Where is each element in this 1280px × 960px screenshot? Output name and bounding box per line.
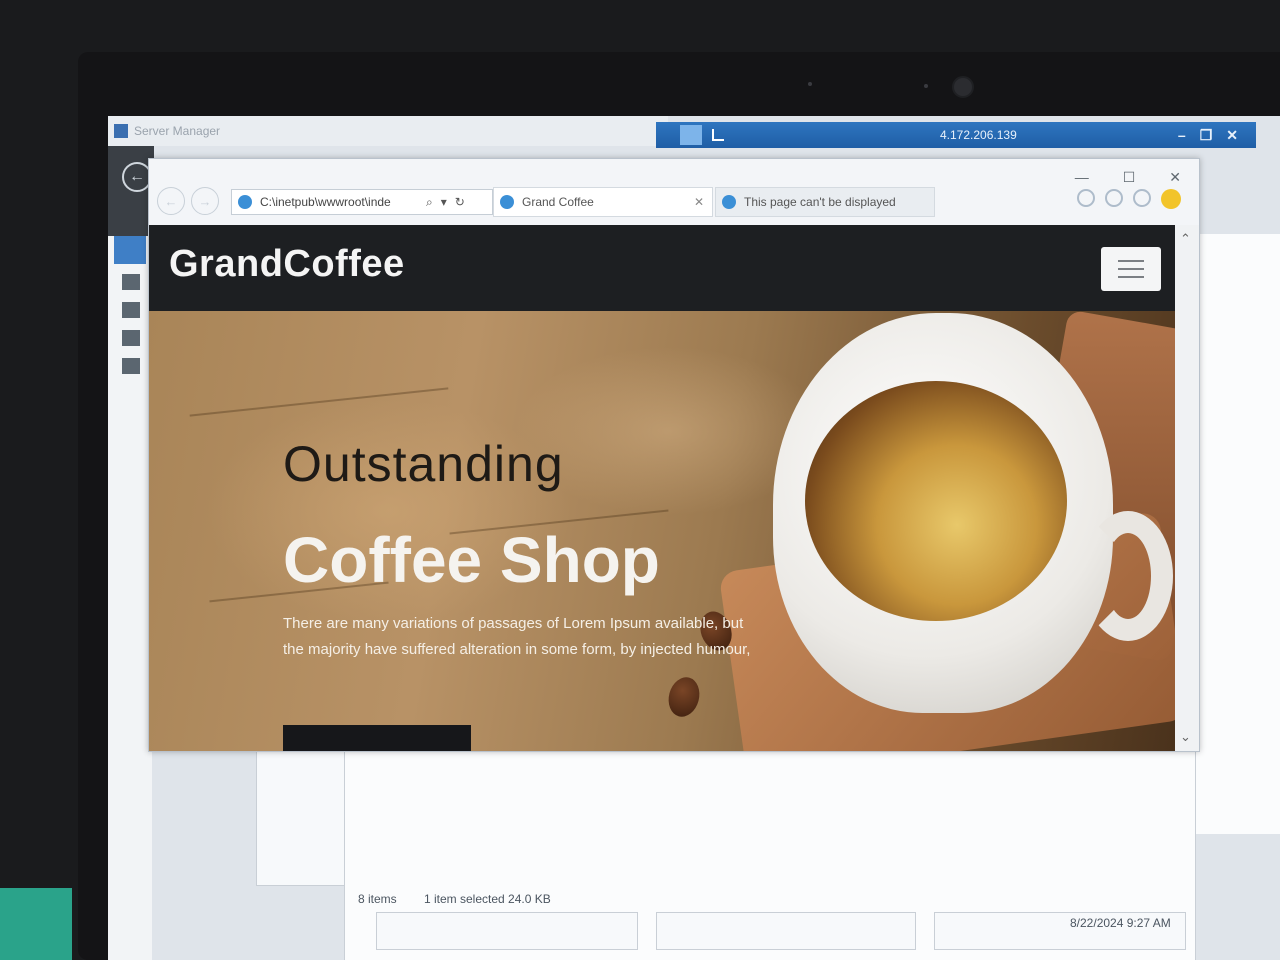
- cup-handle: [1083, 511, 1173, 641]
- tab-label: Grand Coffee: [522, 195, 594, 209]
- address-bar[interactable]: C:\inetpub\wwwroot\inde ⌕ ▾ ↻: [231, 189, 493, 215]
- iis-icon[interactable]: [122, 358, 140, 374]
- dropdown-icon[interactable]: ▾: [441, 195, 447, 210]
- server-manager-titlebar: Server Manager: [108, 116, 668, 146]
- menu-line: [1118, 268, 1144, 270]
- signal-icon: [712, 129, 724, 141]
- bezel-sensor: [808, 82, 812, 86]
- menu-line: [1118, 260, 1144, 262]
- tab-label: This page can't be displayed: [744, 195, 896, 209]
- explorer-item-box: [376, 912, 638, 950]
- hero-heading-line2: Coffee Shop: [283, 524, 660, 596]
- server-manager-sidebar: [108, 236, 152, 960]
- explorer-pane: [256, 750, 346, 886]
- hero-cta-button[interactable]: [283, 725, 471, 751]
- refresh-icon[interactable]: ↻: [455, 195, 465, 210]
- server-manager-icon: [114, 124, 128, 138]
- dashboard-icon[interactable]: [114, 236, 146, 264]
- rdp-close-button[interactable]: ✕: [1226, 127, 1238, 144]
- page-scrollbar[interactable]: ⌃ ⌄: [1175, 225, 1199, 751]
- file-storage-icon[interactable]: [122, 330, 140, 346]
- screen: Server Manager 4.172.206.139 – ❐ ✕ ← 8 i…: [108, 116, 1280, 960]
- rdp-restore-button[interactable]: ❐: [1200, 127, 1213, 144]
- tab-grand-coffee[interactable]: Grand Coffee ✕: [493, 187, 713, 217]
- bezel-sensor: [924, 84, 928, 88]
- feedback-smiley-icon[interactable]: [1161, 189, 1181, 209]
- tab-error-page[interactable]: This page can't be displayed: [715, 187, 935, 217]
- minimize-button[interactable]: —: [1075, 169, 1089, 186]
- file-date: 8/22/2024 9:27 AM: [1070, 916, 1171, 930]
- rdp-ip-address: 4.172.206.139: [940, 128, 1017, 142]
- explorer-item-box: [656, 912, 916, 950]
- ie-tab-icon: [500, 195, 514, 209]
- site-logo[interactable]: GrandCoffee: [169, 243, 405, 286]
- scroll-up-icon[interactable]: ⌃: [1180, 231, 1191, 247]
- wood-grain: [189, 387, 449, 417]
- back-button[interactable]: ←: [157, 187, 185, 215]
- hero-heading-line1: Outstanding: [283, 436, 564, 492]
- hamburger-menu-button[interactable]: [1101, 247, 1161, 291]
- site-navbar: GrandCoffee: [149, 225, 1175, 311]
- rdp-connection-bar: 4.172.206.139 – ❐ ✕: [656, 122, 1256, 148]
- all-servers-icon[interactable]: [122, 302, 140, 318]
- browser-chrome: — ☐ ✕ ← → C:\inetpub\wwwroot\inde ⌕ ▾ ↻ …: [149, 159, 1199, 225]
- server-manager-title: Server Manager: [134, 124, 221, 138]
- address-text[interactable]: C:\inetpub\wwwroot\inde: [260, 195, 418, 209]
- rdp-minimize-button[interactable]: –: [1178, 127, 1186, 144]
- desk-object: [0, 888, 72, 960]
- close-button[interactable]: ✕: [1169, 169, 1181, 186]
- tab-close-icon[interactable]: ✕: [694, 195, 712, 209]
- status-item-count: 8 items: [358, 892, 397, 906]
- home-icon[interactable]: [1077, 189, 1095, 207]
- web-page: GrandCoffee Outstanding Coffee Shop Ther…: [149, 225, 1175, 751]
- coffee-crema: [805, 381, 1067, 621]
- forward-button[interactable]: →: [191, 187, 219, 215]
- favorites-star-icon[interactable]: [1105, 189, 1123, 207]
- ie-browser-window: — ☐ ✕ ← → C:\inetpub\wwwroot\inde ⌕ ▾ ↻ …: [148, 158, 1200, 752]
- settings-gear-icon[interactable]: [1133, 189, 1151, 207]
- explorer-window: [1194, 234, 1280, 834]
- ie-page-icon: [238, 195, 252, 209]
- coffee-bean: [664, 673, 704, 721]
- ie-tab-icon: [722, 195, 736, 209]
- scroll-down-icon[interactable]: ⌄: [1180, 729, 1191, 745]
- search-icon[interactable]: ⌕: [426, 195, 433, 210]
- menu-line: [1118, 276, 1144, 278]
- status-selection: 1 item selected 24.0 KB: [424, 892, 551, 906]
- maximize-button[interactable]: ☐: [1123, 169, 1136, 186]
- hero-description: There are many variations of passages of…: [283, 615, 751, 658]
- local-server-icon[interactable]: [122, 274, 140, 290]
- webcam: [952, 76, 974, 98]
- hero-banner: Outstanding Coffee Shop There are many v…: [149, 309, 1175, 751]
- pin-icon[interactable]: [680, 125, 702, 145]
